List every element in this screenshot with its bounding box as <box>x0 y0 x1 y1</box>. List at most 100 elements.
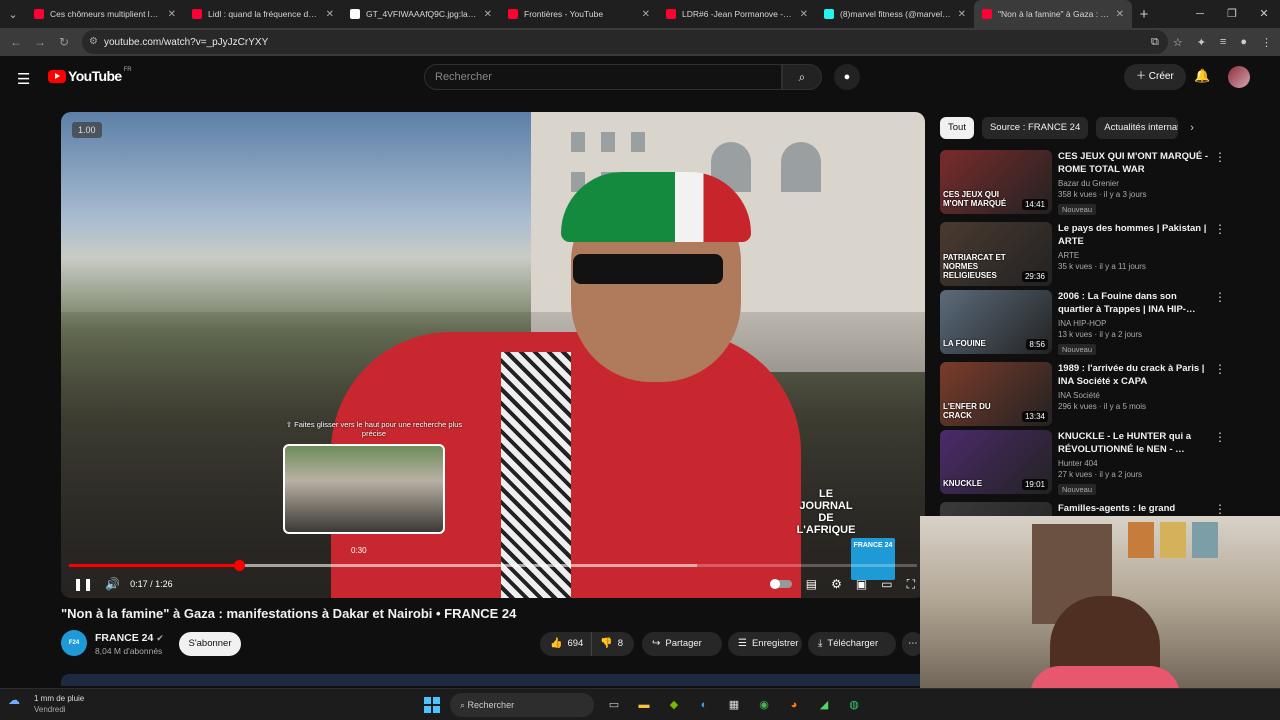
subscribe-button[interactable]: S'abonner <box>179 632 241 656</box>
recommended-title[interactable]: 2006 : La Fouine dans son quartier à Tra… <box>1058 290 1210 316</box>
guide-menu-icon[interactable]: ☰ <box>17 70 30 88</box>
search-button[interactable]: ⌕ <box>782 64 822 90</box>
description-box[interactable] <box>61 674 925 686</box>
miniplayer-icon[interactable]: ▣ <box>856 577 867 591</box>
browser-tab[interactable]: Frontières - YouTube ✕ <box>500 0 658 28</box>
edge-icon[interactable]: ◐ <box>694 695 714 715</box>
video-thumbnail[interactable]: KNUCKLE 19:01 <box>940 430 1052 494</box>
more-options-icon[interactable]: ⋮ <box>1214 222 1226 236</box>
recommended-title[interactable]: 1989 : l'arrivée du crack à Paris | INA … <box>1058 362 1210 388</box>
omnibox[interactable]: ⚙ youtube.com/watch?v=_pJyJzCrYXY <box>82 30 1168 54</box>
pause-icon[interactable]: ❚❚ <box>73 577 93 591</box>
recommended-channel[interactable]: INA Société <box>1058 391 1210 400</box>
recommended-video[interactable]: PATRIARCAT ET NORMES RELIGIEUSES 29:36 L… <box>940 222 1226 286</box>
more-options-icon[interactable]: ⋮ <box>1214 430 1226 444</box>
dislike-button[interactable]: 👎 8 <box>592 632 623 656</box>
windows-start-icon[interactable] <box>424 697 440 713</box>
share-button[interactable]: ↪ Partager <box>642 632 722 656</box>
create-button[interactable]: ＋ Créer <box>1124 64 1186 90</box>
firefox-icon[interactable]: ◕ <box>784 695 804 715</box>
browser-tab[interactable]: (8)marvel fitness (@marvel.frt) ✕ <box>816 0 974 28</box>
video-player[interactable]: 1.00 LE JOURNAL DE L'AFRIQUE FRANCE 24 ⇧… <box>61 112 925 598</box>
more-options-icon[interactable]: ⋮ <box>1214 150 1226 164</box>
browser-tab[interactable]: Ces chômeurs multiplient les c… ✕ <box>26 0 184 28</box>
channel-avatar[interactable]: F24 <box>61 630 87 656</box>
theater-mode-icon[interactable]: ▭ <box>881 577 892 591</box>
video-thumbnail[interactable]: LA FOUINE 8:56 <box>940 290 1052 354</box>
install-app-icon[interactable]: ⧉ <box>1151 36 1159 49</box>
progress-bar[interactable] <box>69 560 917 571</box>
media-controls-icon[interactable]: ≡ <box>1220 36 1226 48</box>
tab-close-icon[interactable]: ✕ <box>800 9 808 20</box>
account-avatar[interactable] <box>1228 66 1250 88</box>
more-options-icon[interactable]: ⋮ <box>1214 362 1226 376</box>
video-thumbnail[interactable]: PATRIARCAT ET NORMES RELIGIEUSES 29:36 <box>940 222 1052 286</box>
browser-menu-icon[interactable]: ⋮ <box>1261 36 1272 49</box>
store-icon[interactable]: ▦ <box>724 695 744 715</box>
subtitles-icon[interactable]: ▤ <box>806 577 817 591</box>
taskbar-search[interactable]: ⌕ Rechercher <box>450 693 594 717</box>
tab-close-icon[interactable]: ✕ <box>642 9 650 20</box>
site-info-icon[interactable]: ⚙ <box>89 36 98 47</box>
browser-tab[interactable]: LDR#6 -Jean Pormanove - Enqu… ✕ <box>658 0 816 28</box>
video-thumbnail[interactable]: L'ENFER DU CRACK 13:34 <box>940 362 1052 426</box>
weather-widget[interactable]: ☁ 1 mm de pluie Vendredi <box>8 693 84 715</box>
browser-tab[interactable]: "Non à la famine" à Gaza : … ✕ <box>974 0 1132 28</box>
like-button[interactable]: 👍 694 <box>540 632 593 656</box>
tab-close-icon[interactable]: ✕ <box>326 9 334 20</box>
profile-icon[interactable]: ● <box>1240 36 1247 48</box>
tab-close-icon[interactable]: ✕ <box>958 9 966 20</box>
download-button[interactable]: ⤓ Télécharger <box>808 632 896 656</box>
filter-chip[interactable]: Source : FRANCE 24 <box>981 117 1089 139</box>
nvidia-icon[interactable]: ◆ <box>664 695 684 715</box>
voice-search-button[interactable]: ● <box>834 64 860 90</box>
recommended-title[interactable]: Familles-agents : le grand <box>1058 502 1210 515</box>
youtube-logo[interactable]: YouTube FR <box>48 67 132 84</box>
fullscreen-icon[interactable]: ⛶ <box>907 577 915 592</box>
save-button[interactable]: ☰ Enregistrer <box>728 632 802 656</box>
browser-tab[interactable]: GT_4VFIWAAAfQ9C.jpg:large (… ✕ <box>342 0 500 28</box>
recommended-channel[interactable]: INA HIP-HOP <box>1058 319 1210 328</box>
tab-close-icon[interactable]: ✕ <box>484 9 492 20</box>
filter-chip[interactable]: Tout <box>940 117 974 139</box>
recommended-video[interactable]: Familles-agents : le grand ⋮ <box>940 502 1226 566</box>
chrome-icon[interactable]: ◉ <box>754 695 774 715</box>
app-icon[interactable]: ◢ <box>814 695 834 715</box>
settings-gear-icon[interactable]: ⚙ <box>831 577 842 591</box>
tab-close-icon[interactable]: ✕ <box>168 9 176 20</box>
extensions-icon[interactable]: ✦ <box>1197 36 1206 49</box>
recommended-title[interactable]: CES JEUX QUI M'ONT MARQUÉ - ROME TOTAL W… <box>1058 150 1210 176</box>
more-options-icon[interactable]: ⋮ <box>1214 290 1226 304</box>
autoplay-toggle[interactable] <box>769 579 792 589</box>
notifications-bell-icon[interactable]: 🔔 <box>1194 68 1210 84</box>
recommended-video[interactable]: CES JEUX QUI M'ONT MARQUÉ 14:41 CES JEUX… <box>940 150 1226 215</box>
tab-search-chevron-icon[interactable]: ⌄ <box>0 0 26 28</box>
channel-name[interactable]: FRANCE 24 ✔ <box>95 632 164 644</box>
bookmark-star-icon[interactable]: ☆ <box>1173 36 1183 49</box>
file-explorer-icon[interactable]: ▬ <box>634 695 654 715</box>
task-view-icon[interactable]: ▭ <box>604 695 624 715</box>
recommended-video[interactable]: KNUCKLE 19:01 KNUCKLE - Le HUNTER qui a … <box>940 430 1226 495</box>
tab-close-icon[interactable]: ✕ <box>1116 9 1124 20</box>
volume-icon[interactable]: 🔊 <box>105 577 120 591</box>
forward-icon[interactable]: → <box>28 35 52 49</box>
new-tab-button[interactable]: + <box>1132 6 1156 23</box>
recommended-video[interactable]: L'ENFER DU CRACK 13:34 1989 : l'arrivée … <box>940 362 1226 426</box>
chip-scroll-right-icon[interactable]: › <box>1190 122 1194 134</box>
recommended-title[interactable]: KNUCKLE - Le HUNTER qui a RÉVOLUTIONNÉ l… <box>1058 430 1210 456</box>
more-options-icon[interactable]: ⋮ <box>1214 502 1226 516</box>
restore-icon[interactable]: ❐ <box>1216 0 1248 28</box>
filter-chip[interactable]: Actualités internat <box>1096 117 1179 139</box>
browser-tab[interactable]: Lidl : quand la fréquence de tr… ✕ <box>184 0 342 28</box>
search-input[interactable]: Rechercher <box>424 64 782 90</box>
spotify-icon[interactable]: ◍ <box>844 695 864 715</box>
recommended-channel[interactable]: Hunter 404 <box>1058 459 1210 468</box>
recommended-channel[interactable]: Bazar du Grenier <box>1058 179 1210 188</box>
reload-icon[interactable]: ↻ <box>52 35 76 49</box>
minimize-icon[interactable]: ─ <box>1184 0 1216 28</box>
close-window-icon[interactable]: ✕ <box>1248 0 1280 28</box>
recommended-channel[interactable]: ARTE <box>1058 251 1210 260</box>
back-icon[interactable]: ← <box>4 35 28 49</box>
recommended-title[interactable]: Le pays des hommes | Pakistan | ARTE <box>1058 222 1210 248</box>
video-thumbnail[interactable]: CES JEUX QUI M'ONT MARQUÉ 14:41 <box>940 150 1052 214</box>
